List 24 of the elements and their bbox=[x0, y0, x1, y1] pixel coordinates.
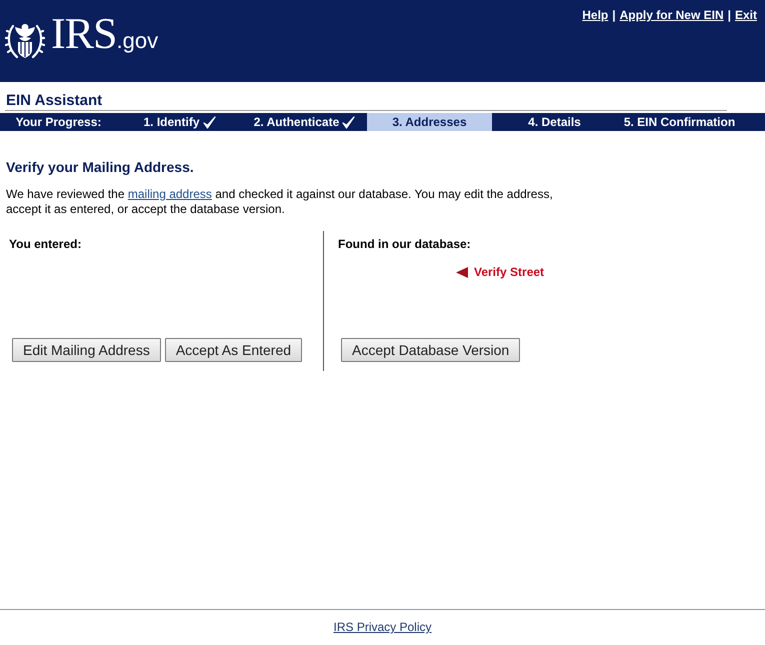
progress-label: Your Progress: bbox=[16, 114, 102, 131]
link-separator: | bbox=[728, 8, 731, 22]
app-title: EIN Assistant bbox=[5, 92, 102, 110]
header-link[interactable]: Exit bbox=[734, 8, 757, 22]
warning-text: Verify Street bbox=[474, 265, 544, 279]
header-link[interactable]: Help bbox=[582, 8, 608, 22]
progress-step: 3. Addresses bbox=[367, 113, 492, 131]
section-title: Verify your Mailing Address. bbox=[6, 158, 194, 176]
warning-arrow-icon bbox=[456, 266, 468, 278]
action-button[interactable]: Edit Mailing Address bbox=[12, 338, 161, 362]
site-logo-text[interactable]: IRS.gov bbox=[51, 13, 158, 62]
column-heading: Found in our database: bbox=[338, 237, 471, 251]
privacy-policy-link[interactable]: IRS Privacy Policy bbox=[333, 620, 432, 634]
progress-step: 5. EIN Confirmation bbox=[617, 113, 742, 131]
progress-step: 4. Details bbox=[492, 113, 617, 131]
link-separator: | bbox=[612, 8, 616, 22]
column-heading: You entered: bbox=[9, 237, 82, 251]
action-button[interactable]: Accept Database Version bbox=[341, 338, 520, 362]
progress-step: 1. Identify bbox=[117, 113, 242, 131]
intro-paragraph: We have reviewed the mailing address and checked it against our database. You may edit the address, accept it as entered, or accept the database version. bbox=[6, 187, 554, 217]
progress-step: 2. Authenticate bbox=[242, 113, 367, 131]
action-button[interactable]: Accept As Entered bbox=[164, 338, 302, 362]
mailing-address-link[interactable]: mailing address bbox=[128, 187, 212, 201]
header-link[interactable]: Apply for New EIN bbox=[620, 8, 724, 22]
